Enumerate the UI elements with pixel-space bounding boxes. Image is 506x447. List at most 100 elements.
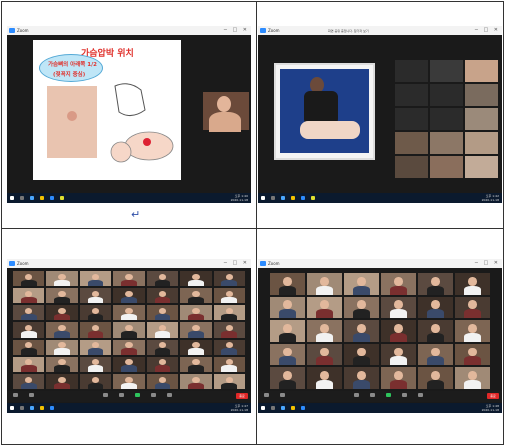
window-controls[interactable]: ─ □ ✕ (224, 260, 249, 266)
participant-tile[interactable] (79, 356, 112, 372)
search-icon[interactable] (271, 406, 275, 410)
chat-icon[interactable] (370, 393, 375, 397)
participant-tile[interactable] (13, 373, 45, 389)
participant-tile[interactable] (180, 339, 212, 355)
end-meeting-button[interactable]: 종료 (236, 393, 248, 399)
participant-tile[interactable] (180, 305, 212, 321)
participant-tile[interactable] (430, 156, 463, 178)
participant-tile[interactable] (46, 356, 78, 372)
participant-tile[interactable] (146, 288, 179, 304)
participant-tile[interactable] (213, 322, 245, 338)
participant-tile[interactable] (270, 273, 305, 295)
participant-tile[interactable] (307, 273, 342, 295)
participant-tile[interactable] (270, 343, 305, 366)
participant-tile[interactable] (79, 288, 112, 304)
participant-tile[interactable] (307, 296, 342, 319)
participant-tile[interactable] (418, 273, 453, 295)
participant-tile[interactable] (307, 343, 342, 366)
folder-icon[interactable] (291, 406, 295, 410)
participant-tile[interactable] (455, 273, 490, 295)
folder-icon[interactable] (40, 406, 44, 410)
participant-tile[interactable] (13, 339, 45, 355)
participant-tile[interactable] (146, 339, 179, 355)
participant-tile[interactable] (395, 60, 428, 82)
mic-icon[interactable] (13, 393, 18, 397)
participant-tile[interactable] (180, 288, 212, 304)
record-icon[interactable] (402, 393, 407, 397)
zoom-taskbar-icon[interactable] (301, 196, 305, 200)
participant-tile[interactable] (113, 322, 145, 338)
participant-tile[interactable] (455, 367, 490, 389)
zoom-taskbar-icon[interactable] (50, 196, 54, 200)
edge-icon[interactable] (30, 196, 34, 200)
participant-tile[interactable] (79, 339, 112, 355)
participant-tile[interactable] (270, 367, 305, 389)
participant-tile[interactable] (307, 367, 342, 389)
share-screen-icon[interactable] (386, 393, 391, 397)
participant-tile[interactable] (46, 288, 78, 304)
participant-tile[interactable] (344, 296, 379, 319)
end-meeting-button[interactable]: 종료 (487, 393, 499, 399)
participants-icon[interactable] (354, 393, 359, 397)
participant-tile[interactable] (46, 373, 78, 389)
participant-tile[interactable] (418, 296, 453, 319)
window-controls[interactable]: ─ □ ✕ (224, 27, 249, 33)
participant-tile[interactable] (455, 320, 490, 342)
participants-icon[interactable] (103, 393, 108, 397)
windows-start-icon[interactable] (261, 196, 265, 200)
participant-tile[interactable] (465, 132, 498, 154)
participant-tile[interactable] (146, 322, 179, 338)
participant-tile[interactable] (213, 356, 245, 372)
participant-tile[interactable] (465, 84, 498, 106)
participant-tile[interactable] (213, 339, 245, 355)
participant-tile[interactable] (455, 343, 490, 366)
share-screen-icon[interactable] (135, 393, 140, 397)
participant-tile[interactable] (270, 320, 305, 342)
participant-tile[interactable] (180, 271, 212, 287)
participant-tile[interactable] (395, 108, 428, 130)
zoom-taskbar-icon[interactable] (301, 406, 305, 410)
participant-tile[interactable] (430, 132, 463, 154)
participant-tile[interactable] (381, 296, 416, 319)
participant-tile[interactable] (418, 320, 453, 342)
participant-tile[interactable] (344, 273, 379, 295)
video-icon[interactable] (280, 393, 285, 397)
participant-tile[interactable] (180, 356, 212, 372)
participant-tile[interactable] (113, 356, 145, 372)
record-icon[interactable] (151, 393, 156, 397)
participant-tile[interactable] (395, 132, 428, 154)
participant-tile[interactable] (381, 273, 416, 295)
participant-tile[interactable] (430, 60, 463, 82)
participant-tile[interactable] (13, 271, 45, 287)
participant-tile[interactable] (213, 305, 245, 321)
participant-tile[interactable] (455, 296, 490, 319)
participant-tile[interactable] (113, 288, 145, 304)
participant-tile[interactable] (213, 288, 245, 304)
edge-icon[interactable] (281, 196, 285, 200)
participant-tile[interactable] (395, 84, 428, 106)
participant-tile[interactable] (344, 320, 379, 342)
participant-tile[interactable] (213, 373, 245, 389)
video-icon[interactable] (29, 393, 34, 397)
participant-tile[interactable] (13, 305, 45, 321)
participant-tile[interactable] (430, 108, 463, 130)
participant-tile[interactable] (307, 320, 342, 342)
reactions-icon[interactable] (167, 393, 172, 397)
participant-tile[interactable] (180, 322, 212, 338)
window-controls[interactable]: ─ □ ✕ (475, 27, 500, 33)
participant-tile[interactable] (418, 343, 453, 366)
app-icon[interactable] (60, 196, 64, 200)
participant-tile[interactable] (113, 373, 145, 389)
reactions-icon[interactable] (418, 393, 423, 397)
windows-start-icon[interactable] (261, 406, 265, 410)
participant-tile[interactable] (465, 60, 498, 82)
participant-tile[interactable] (465, 108, 498, 130)
participant-tile[interactable] (113, 339, 145, 355)
mic-icon[interactable] (264, 393, 269, 397)
participant-tile[interactable] (430, 84, 463, 106)
participant-tile[interactable] (418, 367, 453, 389)
participant-tile[interactable] (344, 367, 379, 389)
participant-tile[interactable] (79, 271, 112, 287)
participant-tile[interactable] (146, 271, 179, 287)
participant-tile[interactable] (79, 322, 112, 338)
